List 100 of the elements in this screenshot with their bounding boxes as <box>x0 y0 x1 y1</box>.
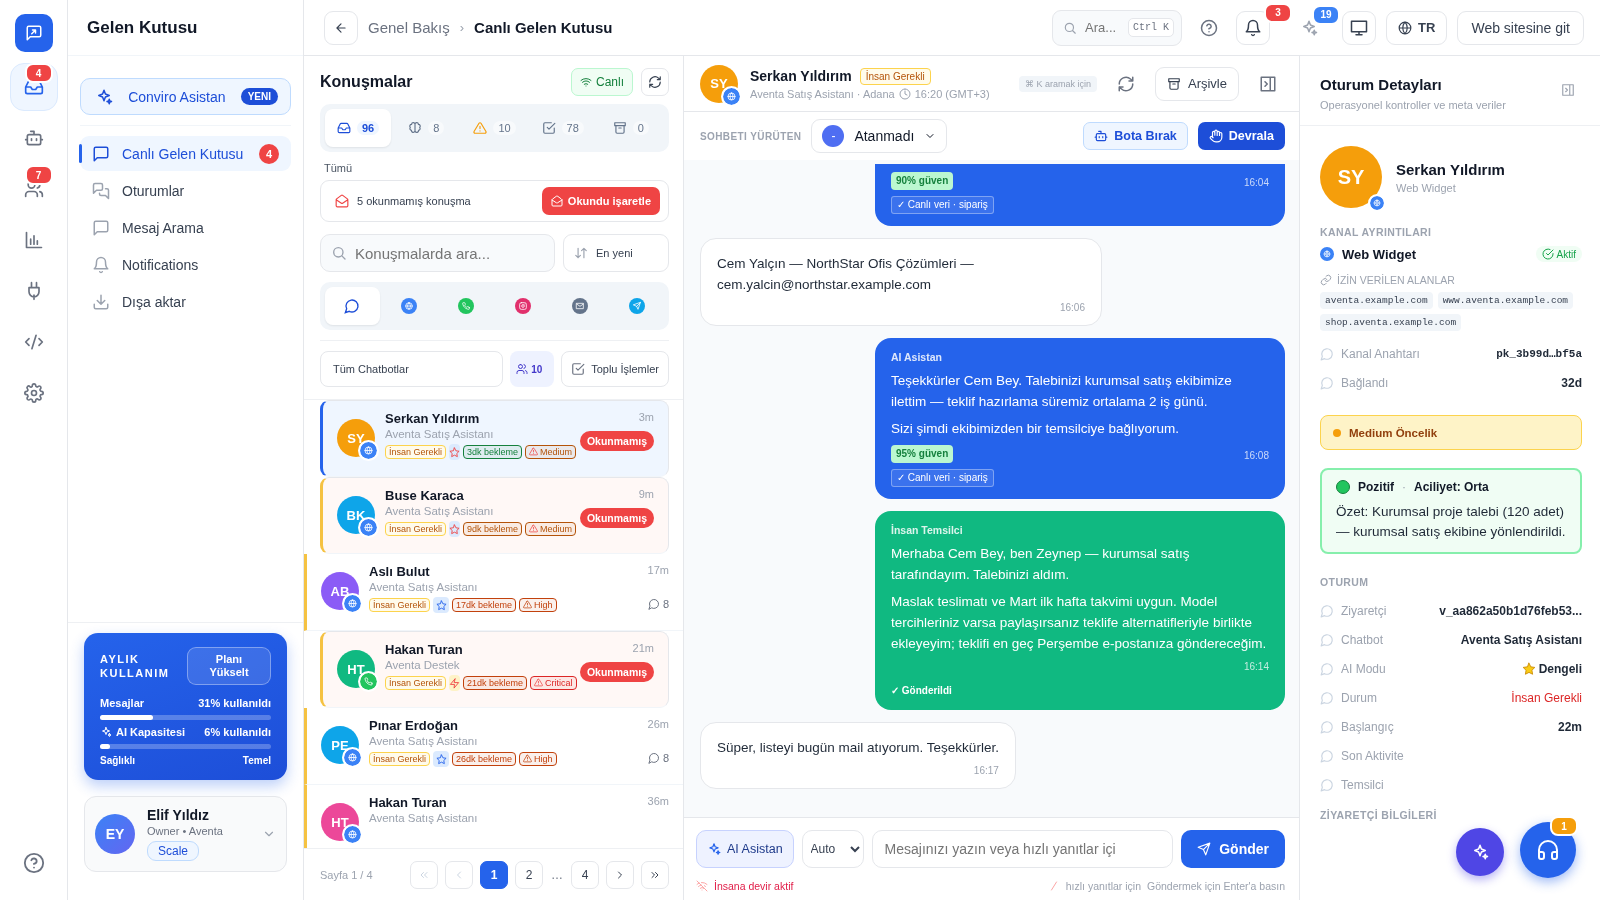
count-badge: 4 <box>259 143 279 164</box>
takeover-button[interactable]: Devrala <box>1197 122 1285 150</box>
help-icon[interactable] <box>22 852 45 874</box>
rail-button[interactable]: 4 <box>9 63 58 111</box>
user-card[interactable]: EY Elif Yıldız Owner • Aventa Scale <box>84 796 287 872</box>
notification-badge: 3 <box>1264 2 1293 23</box>
globe-icon <box>1320 247 1334 261</box>
status-tag: İnsan Gerekli <box>369 752 431 766</box>
conversation-item[interactable]: BK Buse Karaca Aventa Satış Asistanı İnsan Gerekli 9dk bekleme Medium 9m Okunmamış <box>320 477 669 554</box>
bulk-actions-button[interactable]: Toplu İşlemler <box>561 351 669 387</box>
time-label: 9m <box>638 488 654 500</box>
breadcrumb[interactable]: Genel Bakış <box>368 19 450 36</box>
chats-icon <box>92 181 110 200</box>
conversation-item[interactable]: SY Serkan Yıldırım Aventa Satış Asistanı İnsan Gerekli 3dk bekleme Medium 3m Okunmamış <box>320 400 669 477</box>
nav-item[interactable]: Dışa aktar <box>80 284 291 319</box>
bot-name: Aventa Satış Asistanı <box>385 505 495 517</box>
nav-label: Canlı Gelen Kutusu <box>122 145 245 162</box>
priority-tag: Medium <box>525 445 577 459</box>
robot-icon <box>1094 129 1109 143</box>
bell-icon <box>1244 18 1263 37</box>
assistant-fab[interactable] <box>1456 828 1504 876</box>
separator-dot: · <box>1402 480 1406 494</box>
conversation-item[interactable]: HT Hakan Turan Aventa Destek İnsan Gerekli 21dk bekleme Critical 21m Okunmamış <box>320 631 669 708</box>
assistant-button[interactable]: Conviro Asistan YENI <box>80 78 291 115</box>
refresh-button[interactable] <box>641 68 669 96</box>
warning-icon <box>523 754 533 763</box>
headset-icon <box>1536 838 1560 862</box>
sort-icon <box>574 246 588 260</box>
display-button[interactable] <box>1342 10 1377 45</box>
chat-icon <box>344 298 361 314</box>
website-button[interactable]: Web sitesine git <box>1457 10 1584 45</box>
conversation-item[interactable]: PE Pınar Erdoğan Aventa Satış Asistanı İnsan Gerekli 26dk bekleme High 26m 8 <box>304 708 683 785</box>
contact-name: Serkan Yıldırım <box>1396 160 1505 178</box>
sentiment-label: Pozitif <box>1358 480 1394 494</box>
owner-avatar: - <box>822 125 845 147</box>
folder-tab[interactable]: 8 <box>393 109 460 147</box>
folder-tab[interactable]: 10 <box>461 109 528 147</box>
message-text: Süper, listeyi bugün mail atıyorum. Teşekkürler. <box>717 739 999 757</box>
field-label: Durum <box>1341 690 1378 705</box>
release-button[interactable]: Bota Bırak <box>1083 122 1188 150</box>
new-badge: YENI <box>240 88 278 105</box>
nav-item[interactable]: Notifications <box>80 247 291 282</box>
folder-tab[interactable]: 96 <box>325 109 392 147</box>
message-input[interactable]: Mesajınızı yazın veya hızlı yanıtlar içi <box>871 830 1174 868</box>
message-time: 16:06 <box>1059 301 1085 315</box>
contact-name: Buse Karaca <box>385 488 465 503</box>
nav-item[interactable]: Oturumlar <box>80 173 291 208</box>
clock-icon <box>898 87 911 100</box>
sparkle-icon[interactable] <box>1300 18 1319 37</box>
language-button[interactable]: TR <box>1386 10 1448 45</box>
mark-read-button[interactable]: Okundu işaretle <box>541 187 660 215</box>
owner-select[interactable]: - Atanmadı <box>811 119 948 153</box>
wait-tag: 26dk bekleme <box>452 752 517 766</box>
search-field[interactable]: Konuşmalarda ara... <box>320 234 555 272</box>
local-time: 16:20 (GMT+3) <box>914 87 990 100</box>
robot-icon <box>23 128 44 148</box>
page-button[interactable]: 1 <box>480 860 508 889</box>
field-label: Temsilci <box>1341 777 1385 792</box>
warning-icon <box>534 678 544 687</box>
section-label: İZİN VERİLEN ALANLAR <box>1337 274 1455 286</box>
folder-tab[interactable]: 78 <box>529 109 596 147</box>
search-icon <box>331 245 347 261</box>
chatbot-filter[interactable]: Tüm Chatbotlar <box>320 351 504 387</box>
comment-icon <box>1320 375 1334 390</box>
send-button[interactable]: Gönder <box>1181 830 1285 868</box>
contact-name: Hakan Turan <box>385 642 464 657</box>
source-tag: ✓ Canlı veri · sipariş <box>891 196 994 214</box>
message-text: Cem Yalçın — NorthStar Ofis Çözümleri — cem.yalcin@northstar.example.com <box>717 255 975 294</box>
app-logo[interactable] <box>14 14 53 52</box>
warning-icon <box>529 524 539 533</box>
archive-icon <box>612 121 627 135</box>
agents-button[interactable]: 10 <box>510 351 555 387</box>
mode-select[interactable]: Auto <box>801 830 864 868</box>
folder-tab[interactable]: 0 <box>597 109 664 147</box>
back-button[interactable] <box>324 10 358 45</box>
handoff-status: İnsana devir aktif <box>714 880 794 892</box>
sidebar-title: Gelen Kutusu <box>68 0 303 56</box>
ai-assistant-button[interactable]: AI Asistan <box>696 830 794 868</box>
nav-item[interactable]: Mesaj Arama <box>80 210 291 245</box>
field-value: v_aa862a50b1d76feb53... <box>1439 603 1582 618</box>
page-button[interactable]: 4 <box>571 860 599 889</box>
camera-icon <box>514 298 531 314</box>
live-button[interactable]: Canlı <box>571 68 633 96</box>
nav-item[interactable]: Canlı Gelen Kutusu 4 <box>80 136 291 171</box>
globe-icon <box>401 298 418 314</box>
rail-button[interactable]: 7 <box>9 165 58 213</box>
urgency-label: Aciliyet: Orta <box>1414 480 1489 494</box>
envelope-icon <box>335 194 349 208</box>
page-button[interactable]: 2 <box>515 860 543 889</box>
field-value: Aventa Satış Asistanı <box>1460 632 1582 647</box>
sort-button[interactable]: En yeni <box>563 234 669 272</box>
notifications-button[interactable] <box>1236 10 1271 45</box>
upgrade-button[interactable]: Planı Yükselt <box>187 647 271 685</box>
star-icon <box>1521 661 1536 676</box>
archive-button[interactable]: Arşivle <box>1155 66 1239 101</box>
channel-tab[interactable] <box>325 287 380 325</box>
comment-count: 8 <box>662 752 669 764</box>
time-label: 21m <box>632 642 654 654</box>
section-title: KANAL AYRINTILARI <box>1320 226 1433 238</box>
nav-label: Dışa aktar <box>122 293 187 310</box>
